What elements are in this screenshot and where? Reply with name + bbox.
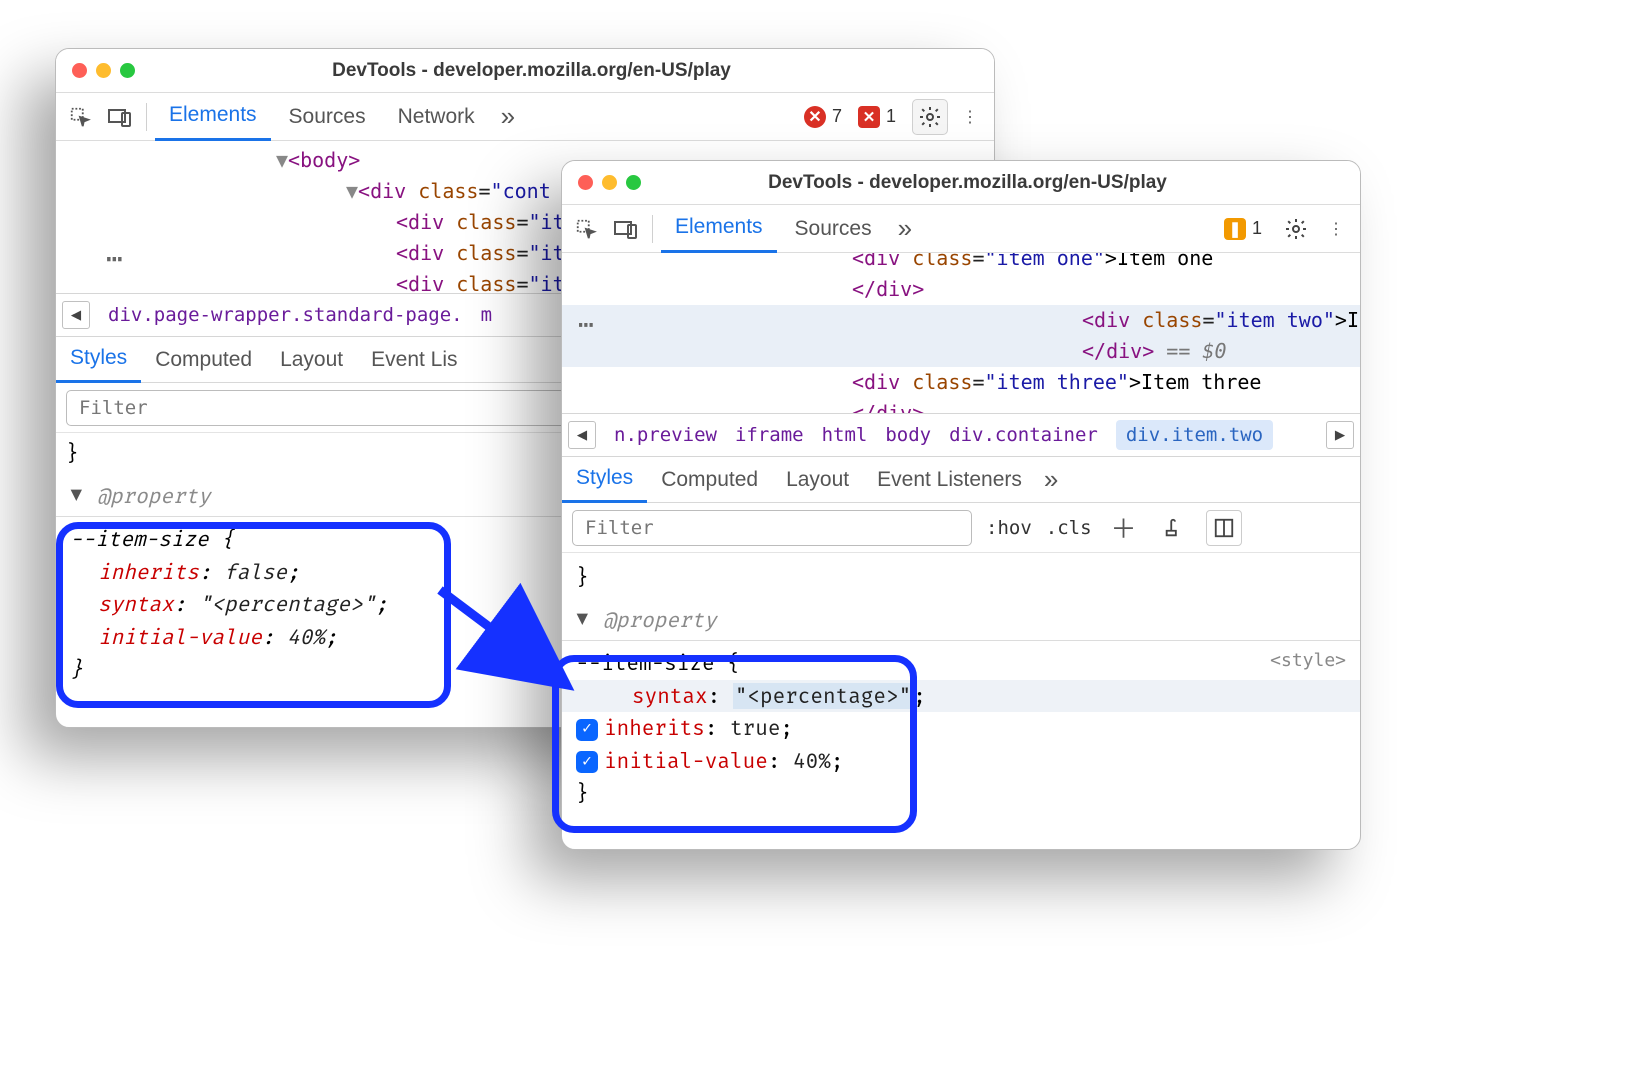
close-icon[interactable] [72, 63, 87, 78]
subtab-event-listeners[interactable]: Event Listeners [863, 457, 1036, 503]
inspect-icon[interactable] [568, 211, 604, 247]
separator [146, 103, 147, 131]
new-rule-icon[interactable]: ＋ [1106, 510, 1142, 546]
error-icon: ✕ [804, 106, 826, 128]
device-toggle-icon[interactable] [102, 99, 138, 135]
hov-toggle[interactable]: :hov [986, 517, 1032, 539]
crumb-item[interactable]: div.container [949, 424, 1098, 446]
stage: DevTools - developer.mozilla.org/en-US/p… [0, 0, 1652, 1086]
subtab-computed[interactable]: Computed [141, 337, 266, 383]
crumb-item[interactable]: html [822, 424, 868, 446]
warn-count-value: 1 [1252, 218, 1262, 239]
elide-icon: ⋯ [578, 305, 592, 345]
subtab-layout[interactable]: Layout [266, 337, 357, 383]
dom-tree[interactable]: ⋯ <div class="item one">Item one </div> … [562, 253, 1360, 413]
main-toolbar: Elements Sources » ❚ 1 ⋮ [562, 205, 1360, 253]
issue-count[interactable]: ❚ 1 [1218, 218, 1268, 240]
main-toolbar: Elements Sources Network » ✕ 7 ✕ 1 ⋮ [56, 93, 994, 141]
crumb-scroll-left[interactable]: ◀ [62, 301, 90, 329]
crumb-item[interactable]: m [481, 304, 492, 326]
crumb-item[interactable]: iframe [735, 424, 804, 446]
window-title: DevTools - developer.mozilla.org/en-US/p… [641, 172, 1294, 194]
devtools-window-2: DevTools - developer.mozilla.org/en-US/p… [561, 160, 1361, 850]
issue-count-value: 1 [886, 106, 896, 127]
subtab-styles[interactable]: Styles [562, 457, 647, 503]
titlebar[interactable]: DevTools - developer.mozilla.org/en-US/p… [562, 161, 1360, 205]
breadcrumb[interactable]: ◀ n.preview iframe html body div.contain… [562, 413, 1360, 457]
window-title: DevTools - developer.mozilla.org/en-US/p… [135, 60, 928, 82]
crumb-item[interactable]: body [885, 424, 931, 446]
subtab-event-listeners[interactable]: Event Lis [357, 337, 471, 383]
kebab-menu-icon[interactable]: ⋮ [1318, 211, 1354, 247]
titlebar[interactable]: DevTools - developer.mozilla.org/en-US/p… [56, 49, 994, 93]
more-tabs-icon[interactable]: » [890, 213, 920, 244]
crumb-item-selected[interactable]: div.item.two [1116, 420, 1273, 450]
zoom-icon[interactable] [626, 175, 641, 190]
close-icon[interactable] [578, 175, 593, 190]
cls-toggle[interactable]: .cls [1046, 517, 1092, 539]
warning-icon: ❚ [1224, 218, 1246, 240]
crumb-scroll-right[interactable]: ▶ [1326, 421, 1354, 449]
tab-sources[interactable]: Sources [781, 205, 886, 253]
subtab-layout[interactable]: Layout [772, 457, 863, 503]
more-subtabs-icon[interactable]: » [1036, 464, 1066, 495]
kebab-menu-icon[interactable]: ⋮ [952, 99, 988, 135]
device-toggle-icon[interactable] [608, 211, 644, 247]
settings-button[interactable] [912, 99, 948, 135]
issue-count[interactable]: ✕ 1 [852, 106, 902, 128]
elide-icon: ⋯ [106, 237, 121, 280]
tab-sources[interactable]: Sources [275, 93, 380, 141]
styles-subtabs: Styles Computed Layout Event Listeners » [562, 457, 1360, 503]
checkbox-icon[interactable]: ✓ [576, 751, 598, 773]
crumb-scroll-left[interactable]: ◀ [568, 421, 596, 449]
crumb-item[interactable]: div.page-wrapper.standard-page. [108, 304, 463, 326]
styles-pane[interactable]: } ▼ @property <style>--item-size { synta… [562, 553, 1360, 818]
computed-toggle-icon[interactable] [1206, 510, 1242, 546]
separator [652, 215, 653, 243]
tab-elements[interactable]: Elements [155, 93, 271, 141]
zoom-icon[interactable] [120, 63, 135, 78]
crumb-item[interactable]: n.preview [614, 424, 717, 446]
tab-elements[interactable]: Elements [661, 205, 777, 253]
subtab-styles[interactable]: Styles [56, 337, 141, 383]
tab-network[interactable]: Network [384, 93, 489, 141]
traffic-lights[interactable] [72, 63, 135, 78]
inspect-icon[interactable] [62, 99, 98, 135]
settings-button[interactable] [1278, 211, 1314, 247]
issue-icon: ✕ [858, 106, 880, 128]
source-link[interactable]: <style> [1270, 647, 1346, 675]
error-count[interactable]: ✕ 7 [798, 106, 848, 128]
traffic-lights[interactable] [578, 175, 641, 190]
at-property-header: @property [97, 483, 210, 509]
subtab-computed[interactable]: Computed [647, 457, 772, 503]
filter-bar: Filter :hov .cls ＋ [562, 503, 1360, 553]
error-count-value: 7 [832, 106, 842, 127]
at-property-header: @property [603, 607, 716, 633]
minimize-icon[interactable] [602, 175, 617, 190]
more-tabs-icon[interactable]: » [493, 101, 523, 132]
checkbox-icon[interactable]: ✓ [576, 719, 598, 741]
minimize-icon[interactable] [96, 63, 111, 78]
brush-icon[interactable] [1156, 510, 1192, 546]
filter-input[interactable]: Filter [572, 510, 972, 546]
